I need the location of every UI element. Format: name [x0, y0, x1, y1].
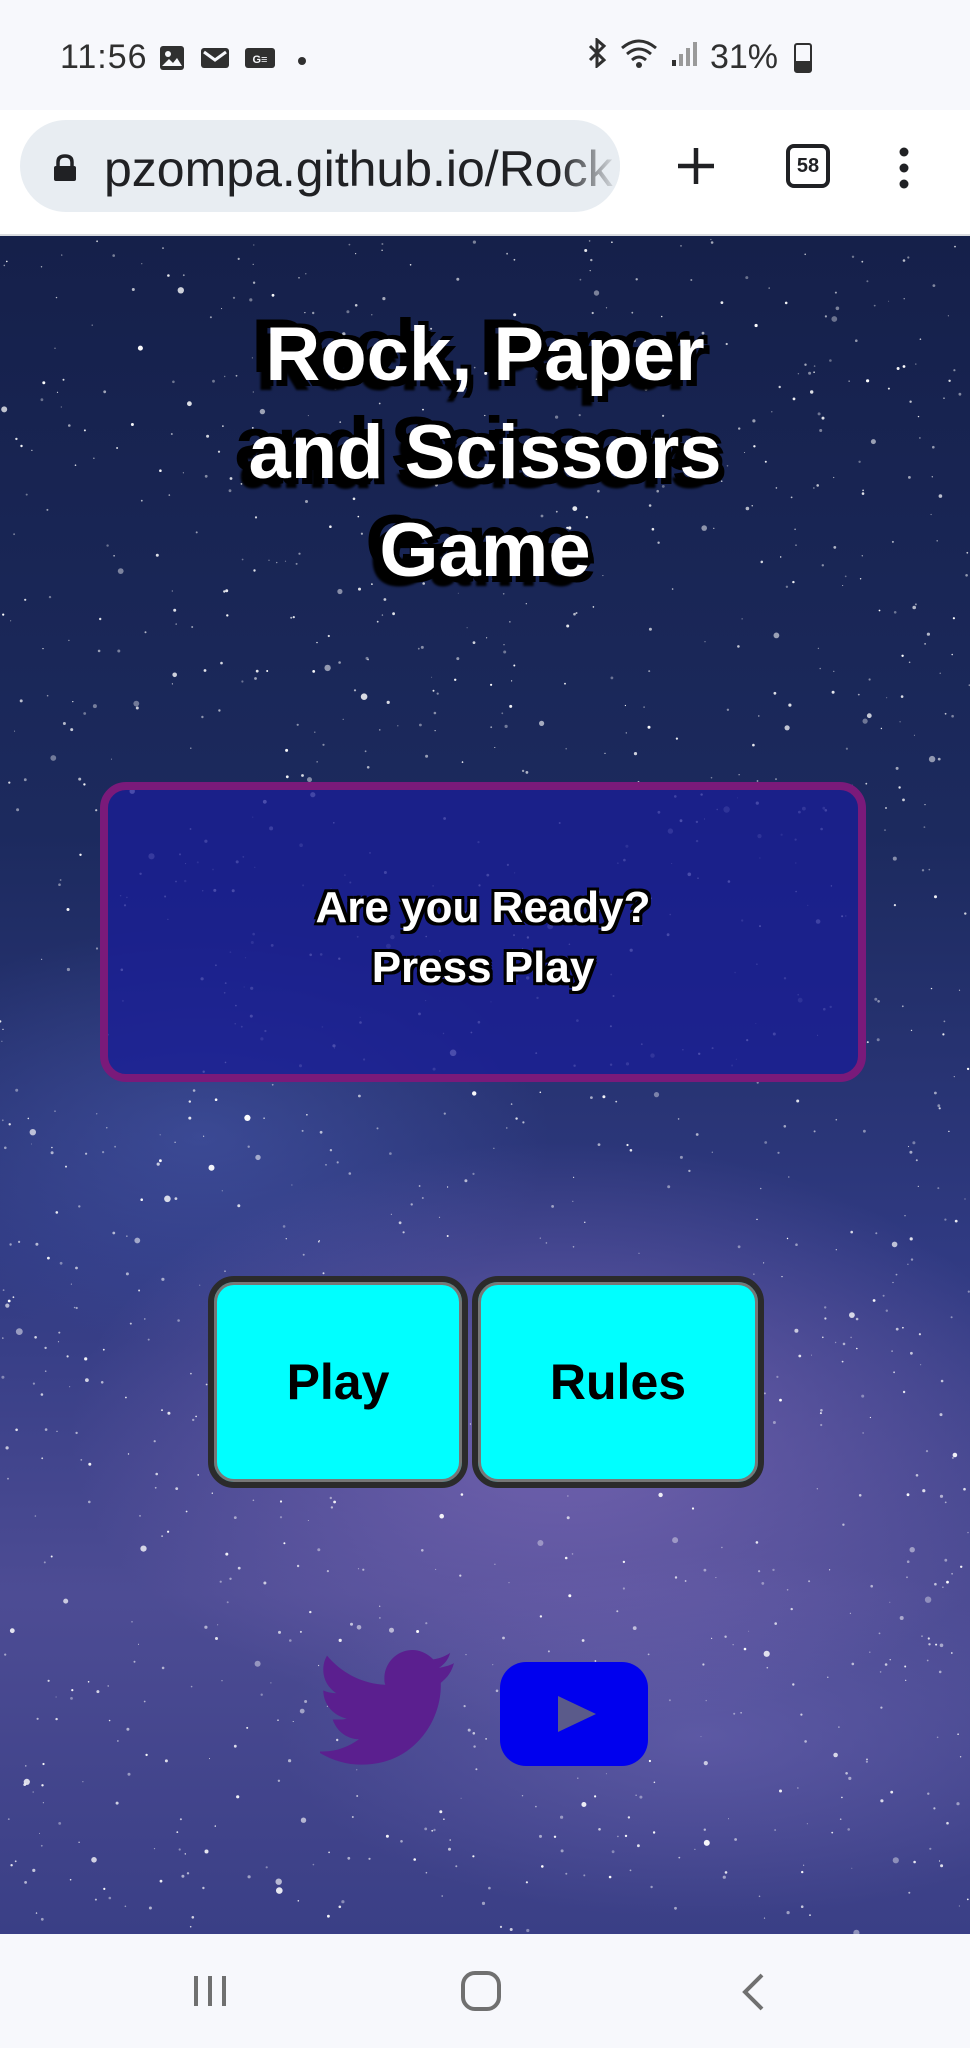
rules-button[interactable]: Rules: [472, 1276, 764, 1488]
battery-percent: 31%: [709, 38, 778, 76]
back-icon[interactable]: [740, 1972, 766, 2012]
battery-icon: [794, 42, 812, 73]
url-fade: [560, 120, 620, 212]
new-tab-icon[interactable]: [674, 144, 718, 188]
status-time: 11:56: [60, 38, 148, 76]
message-panel: Are you Ready? Press Play: [100, 782, 866, 1082]
youtube-icon[interactable]: [498, 1660, 650, 1768]
home-icon[interactable]: [460, 1970, 502, 2012]
message-line-ready: Are you Ready?: [315, 883, 651, 932]
message-line-press-play: Press Play: [371, 943, 595, 992]
system-status: 31%: [586, 36, 812, 77]
twitter-icon[interactable]: [320, 1650, 456, 1766]
recent-apps-icon[interactable]: [190, 1974, 230, 2008]
address-bar[interactable]: pzompa.github.io/Rock: [20, 120, 620, 212]
svg-text:G≡: G≡: [253, 54, 268, 66]
bluetooth-icon: [586, 36, 608, 77]
game-page: Rock, Paper and Scissors Game Are you Re…: [0, 236, 970, 1934]
status-bar: 11:56 G≡ 31%: [0, 0, 970, 110]
wifi-icon: [620, 38, 658, 77]
image-icon: [158, 44, 186, 77]
ge-icon: G≡: [244, 44, 276, 77]
lock-icon: [54, 154, 76, 181]
message-text: Are you Ready? Press Play: [108, 878, 858, 998]
play-button[interactable]: Play: [208, 1276, 468, 1488]
more-menu-icon[interactable]: [894, 146, 914, 190]
tab-switcher-button[interactable]: 58: [786, 144, 830, 188]
system-navigation-bar: [0, 1934, 970, 2048]
more-notifications-dot: [298, 56, 306, 65]
gmail-icon: [200, 44, 230, 77]
signal-icon: [670, 38, 698, 77]
browser-toolbar: pzompa.github.io/Rock 58: [0, 110, 970, 236]
notification-icons: G≡: [158, 44, 306, 77]
url-text: pzompa.github.io/Rock: [104, 141, 613, 197]
page-title: Rock, Paper and Scissors Game: [248, 312, 722, 593]
